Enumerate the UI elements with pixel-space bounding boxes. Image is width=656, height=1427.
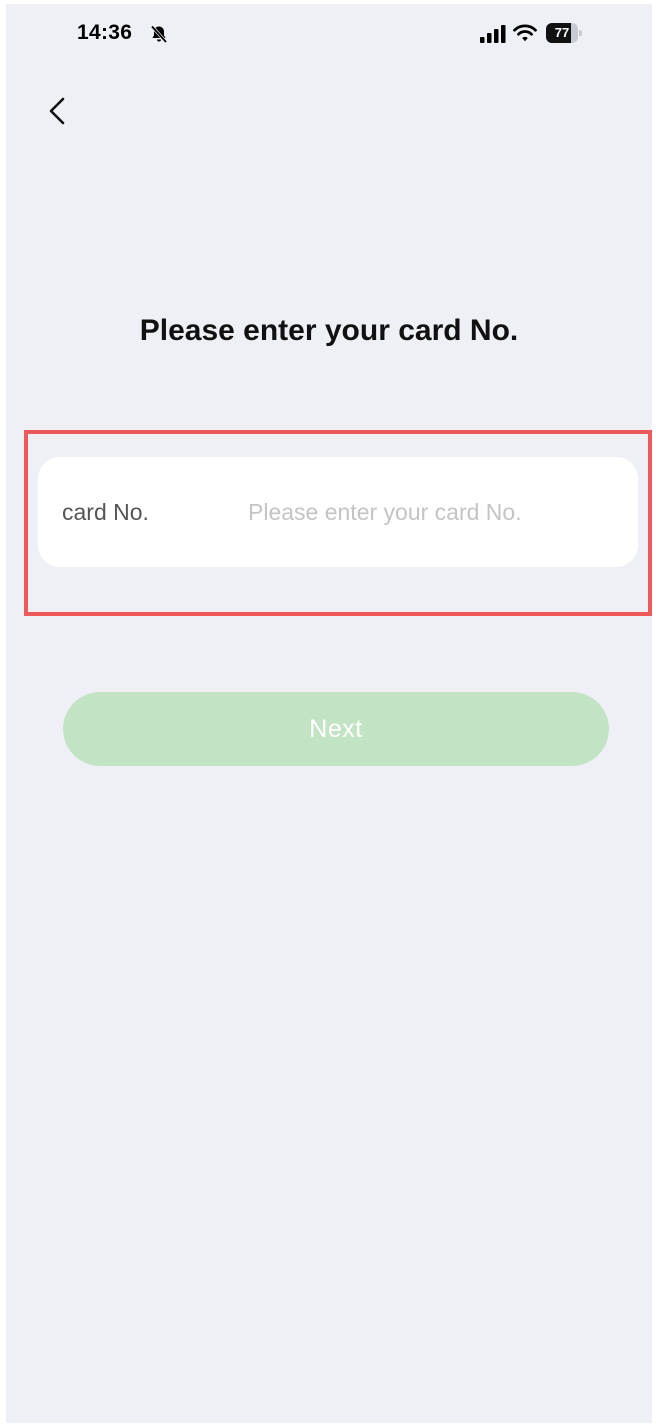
battery-level: 77 [554, 25, 570, 40]
next-button[interactable]: Next [63, 692, 609, 766]
battery-icon: 77 [546, 23, 583, 43]
card-number-label: card No. [62, 499, 149, 525]
battery-body: 77 [546, 23, 578, 43]
battery-cap [579, 30, 582, 36]
screen: 14:36 77 Please enter your card No. card… [6, 4, 652, 1423]
status-bar: 14:36 77 [6, 4, 652, 60]
chevron-left-icon [49, 97, 65, 125]
status-time: 14:36 [77, 21, 133, 44]
card-number-input[interactable] [248, 492, 618, 532]
cellular-signal-icon [480, 25, 506, 43]
bell-off-icon [149, 24, 169, 44]
card-number-field[interactable]: card No. [38, 457, 638, 567]
back-button[interactable] [40, 90, 80, 134]
page-title: Please enter your card No. [139, 314, 519, 347]
wifi-icon [513, 23, 537, 43]
